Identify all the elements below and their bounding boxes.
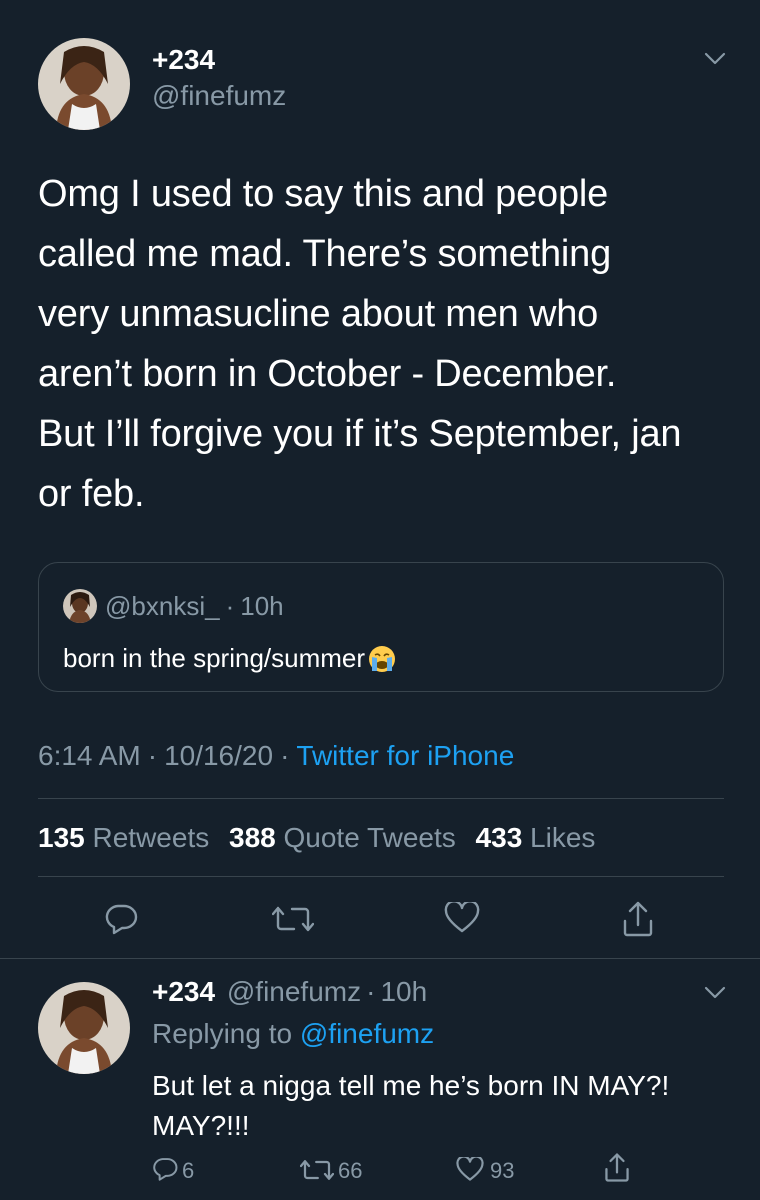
tweet-body: Omg I used to say this and people called… <box>38 164 738 524</box>
tweet-line: But I’ll forgive you if it’s September, … <box>38 413 682 455</box>
author-display-name[interactable]: +234 <box>152 44 215 76</box>
retweet-count: 66 <box>338 1158 363 1183</box>
retweet-icon[interactable] <box>300 1158 334 1182</box>
meta-separator: · <box>280 740 290 771</box>
divider <box>0 958 760 959</box>
tweet-line: Omg I used to say this and people <box>38 173 609 215</box>
quoted-separator: · <box>225 591 235 621</box>
tweet-stats: 135 Retweets 388 Quote Tweets 433 Likes <box>38 822 595 854</box>
crying-face-emoji-icon <box>367 644 397 674</box>
likes-count: 433 <box>475 822 523 853</box>
tweet-time: 6:14 AM <box>38 740 141 771</box>
replying-to-label: Replying to <box>152 1018 293 1049</box>
tweet-line: or feb. <box>38 473 145 515</box>
reply-time: 10h <box>380 976 428 1007</box>
reply-author-avatar[interactable] <box>38 982 130 1074</box>
tweet-line: aren’t born in October - December. <box>38 353 617 395</box>
quoted-author-avatar <box>63 589 97 623</box>
reply-handle[interactable]: @finefumz <box>227 976 361 1007</box>
divider <box>38 798 724 799</box>
quoted-body: born in the spring/summer <box>63 643 397 674</box>
likes-label: Likes <box>530 822 596 853</box>
retweets-stat[interactable]: 135 Retweets <box>38 822 209 853</box>
replying-to: Replying to @finefumz <box>152 1018 434 1050</box>
reply-line: MAY?!!! <box>152 1110 250 1141</box>
quoted-text: born in the spring/summer <box>63 643 366 673</box>
quote-tweets-stat[interactable]: 388 Quote Tweets <box>229 822 456 853</box>
share-icon[interactable] <box>622 900 654 938</box>
reply-header: +234 @finefumz · 10h <box>152 976 427 1008</box>
heart-icon[interactable] <box>444 902 480 934</box>
quoted-tweet-card[interactable]: @bxnksi_ · 10h born in the spring/summer <box>38 562 724 692</box>
author-avatar[interactable] <box>38 38 130 130</box>
reply-display-name[interactable]: +234 <box>152 976 215 1007</box>
quote-tweets-label: Quote Tweets <box>283 822 456 853</box>
quoted-time: 10h <box>240 591 284 621</box>
author-handle[interactable]: @finefumz <box>152 80 286 112</box>
retweet-icon[interactable] <box>272 904 314 934</box>
retweets-label: Retweets <box>92 822 210 853</box>
tweet-meta: 6:14 AM · 10/16/20 · Twitter for iPhone <box>38 740 514 772</box>
reply-line: But let a nigga tell me he’s born IN MAY… <box>152 1070 670 1101</box>
reply-icon[interactable] <box>152 1156 178 1182</box>
retweets-count: 135 <box>38 822 85 853</box>
tweet-source-link[interactable]: Twitter for iPhone <box>296 740 514 771</box>
reply-separator: · <box>366 976 376 1007</box>
reply-body: But let a nigga tell me he’s born IN MAY… <box>152 1066 732 1146</box>
like-count: 93 <box>490 1158 515 1183</box>
tweet-date: 10/16/20 <box>164 740 274 771</box>
heart-icon[interactable] <box>456 1157 484 1182</box>
chevron-down-icon[interactable] <box>704 52 726 66</box>
quoted-handle: @bxnksi_ <box>105 591 220 621</box>
tweet-line: very unmasucline about men who <box>38 293 599 335</box>
share-icon[interactable] <box>604 1152 630 1183</box>
tweet-line: called me mad. There’s something <box>38 233 612 275</box>
reply-count: 6 <box>182 1158 195 1183</box>
reply-icon[interactable] <box>104 902 138 936</box>
divider <box>38 876 724 877</box>
quote-tweets-count: 388 <box>229 822 276 853</box>
replying-to-link[interactable]: @finefumz <box>300 1018 434 1049</box>
meta-separator: · <box>147 740 158 771</box>
likes-stat[interactable]: 433 Likes <box>476 822 596 853</box>
chevron-down-icon[interactable] <box>704 986 726 1000</box>
quoted-header: @bxnksi_ · 10h <box>105 591 284 622</box>
